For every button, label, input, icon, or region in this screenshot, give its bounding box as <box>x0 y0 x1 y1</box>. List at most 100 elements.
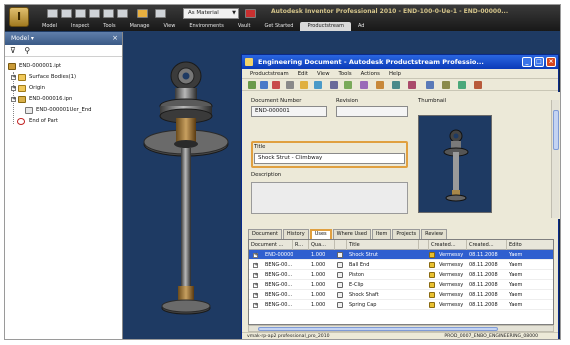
folder-icon[interactable] <box>300 81 308 89</box>
expand-icon[interactable]: + <box>11 75 16 80</box>
color-swatch-icon[interactable] <box>245 9 256 18</box>
form-scrollbar[interactable] <box>551 100 559 218</box>
tree-node-origin[interactable]: + Origin <box>5 83 122 94</box>
menu-tools[interactable]: Tools <box>339 69 352 78</box>
filter-icon[interactable] <box>442 81 450 89</box>
tab-projects[interactable]: Projects <box>392 229 421 239</box>
expand-icon[interactable]: + <box>253 303 258 308</box>
tree-node-root[interactable]: END-000001.ipt <box>5 61 122 72</box>
tab-review[interactable]: Review <box>421 229 447 239</box>
tab-productstream[interactable]: Productstream <box>300 22 351 31</box>
scroll-thumb[interactable] <box>553 110 559 150</box>
print-icon[interactable] <box>286 81 294 89</box>
revision-field[interactable] <box>336 106 408 117</box>
column-quantity[interactable]: Qua... <box>309 240 335 250</box>
new-file-icon[interactable] <box>47 9 58 18</box>
menu-help[interactable]: Help <box>389 69 401 78</box>
close-icon[interactable]: × <box>546 57 556 67</box>
column-created-by[interactable]: Created... <box>429 240 467 250</box>
checkout-icon[interactable] <box>330 81 338 89</box>
tab-vault[interactable]: Vault <box>231 22 258 31</box>
delete-icon[interactable] <box>272 81 280 89</box>
tab-add-ins[interactable]: Ad <box>351 22 372 31</box>
column-created-date[interactable]: Created... <box>467 240 507 250</box>
funnel-icon[interactable]: ⊽ <box>10 46 16 55</box>
link-icon[interactable] <box>392 81 400 89</box>
tab-environments[interactable]: Environments <box>182 22 231 31</box>
title-field[interactable]: Shock Strut - Climbway <box>254 153 405 164</box>
tab-where-used[interactable]: Where Used <box>332 229 371 239</box>
column-editor[interactable]: Edito <box>507 240 553 250</box>
tree-node-end-of-part[interactable]: End of Part <box>5 116 122 127</box>
column-title[interactable]: Title <box>347 240 419 250</box>
tab-manage[interactable]: Manage <box>123 22 157 31</box>
tree-node-surface-bodies[interactable]: + Surface Bodies(1) <box>5 72 122 83</box>
material-dropdown[interactable]: As Material ▼ <box>183 8 239 19</box>
appearance-icon[interactable] <box>155 9 166 18</box>
export-icon[interactable] <box>458 81 466 89</box>
menu-productstream[interactable]: Productstream <box>250 69 289 78</box>
table-row[interactable]: + BENG-00... 1.000 Piston Vermessy 08.11.2008… <box>249 270 553 280</box>
column-status[interactable] <box>335 240 347 250</box>
body-icon <box>25 107 33 114</box>
tree-node-derived-body[interactable]: END-000001Uer_End <box>5 105 122 116</box>
select-icon[interactable] <box>137 9 148 18</box>
tab-uses[interactable]: Uses <box>309 229 332 239</box>
grid-horizontal-scrollbar[interactable] <box>248 325 554 332</box>
tab-tools[interactable]: Tools <box>96 22 122 31</box>
tab-get-started[interactable]: Get Started <box>257 22 300 31</box>
description-field[interactable] <box>251 182 408 214</box>
expand-icon[interactable]: + <box>253 263 258 268</box>
menu-actions[interactable]: Actions <box>361 69 380 78</box>
menu-view[interactable]: View <box>317 69 330 78</box>
lock-icon <box>429 252 435 258</box>
binoculars-icon[interactable]: ⚲ <box>24 46 30 55</box>
table-row[interactable]: + BENG-00... 1.000 Shock Shaft Vermessy 08.11… <box>249 290 553 300</box>
save-icon[interactable] <box>260 81 268 89</box>
tab-inspect[interactable]: Inspect <box>64 22 96 31</box>
help-icon[interactable] <box>474 81 482 89</box>
close-icon[interactable]: × <box>112 32 118 45</box>
expand-icon[interactable]: + <box>11 86 16 91</box>
tab-view[interactable]: View <box>156 22 182 31</box>
table-row[interactable]: + BENG-00... 1.000 Ball End Vermessy 08.11.20… <box>249 260 553 270</box>
undo-icon[interactable] <box>89 9 100 18</box>
column-revision[interactable]: R... <box>293 240 309 250</box>
lock-icon <box>429 292 435 298</box>
redo-icon[interactable] <box>103 9 114 18</box>
refresh-icon[interactable] <box>314 81 322 89</box>
document-number-field[interactable]: END-000001 <box>251 106 327 117</box>
search-icon[interactable] <box>426 81 434 89</box>
inventor-logo[interactable]: I <box>9 7 29 27</box>
home-icon[interactable] <box>117 9 128 18</box>
expand-icon[interactable]: + <box>253 283 258 288</box>
checkin-icon[interactable] <box>344 81 352 89</box>
menu-edit[interactable]: Edit <box>298 69 308 78</box>
tab-model[interactable]: Model <box>35 22 64 31</box>
table-row[interactable]: + BENG-00... 1.000 Spring Cap Vermessy 08.11.… <box>249 300 553 310</box>
release-icon[interactable] <box>408 81 416 89</box>
back-icon[interactable] <box>248 81 256 89</box>
tab-item[interactable]: Item <box>371 229 392 239</box>
expand-icon[interactable]: + <box>253 273 258 278</box>
cell-quantity: 1.000 <box>311 262 326 268</box>
tab-history[interactable]: History <box>282 229 309 239</box>
tree-node-derived-part[interactable]: + END-000016.ipn <box>5 94 122 105</box>
open-file-icon[interactable] <box>61 9 72 18</box>
workflow-icon[interactable] <box>360 81 368 89</box>
column-lock[interactable] <box>419 240 429 250</box>
maximize-icon[interactable]: □ <box>534 57 544 67</box>
minimize-icon[interactable]: _ <box>522 57 532 67</box>
productstream-titlebar[interactable]: Engineering Document - Autodesk Products… <box>242 55 558 69</box>
table-row[interactable]: + BENG-00... 1.000 E-Clip Vermessy 08.11.2008… <box>249 280 553 290</box>
column-document[interactable]: Document ... <box>249 240 293 250</box>
browser-header[interactable]: Model ▾ × <box>5 32 122 45</box>
attach-icon[interactable] <box>376 81 384 89</box>
scroll-thumb[interactable] <box>258 327 498 331</box>
tab-document[interactable]: Document <box>248 229 282 239</box>
save-icon[interactable] <box>75 9 86 18</box>
expand-icon[interactable]: + <box>11 97 16 102</box>
expand-icon[interactable]: + <box>253 253 258 258</box>
expand-icon[interactable]: + <box>253 293 258 298</box>
table-row[interactable]: + END-00000... 1.000 Shock Strut Vermessy 08.… <box>249 250 553 260</box>
